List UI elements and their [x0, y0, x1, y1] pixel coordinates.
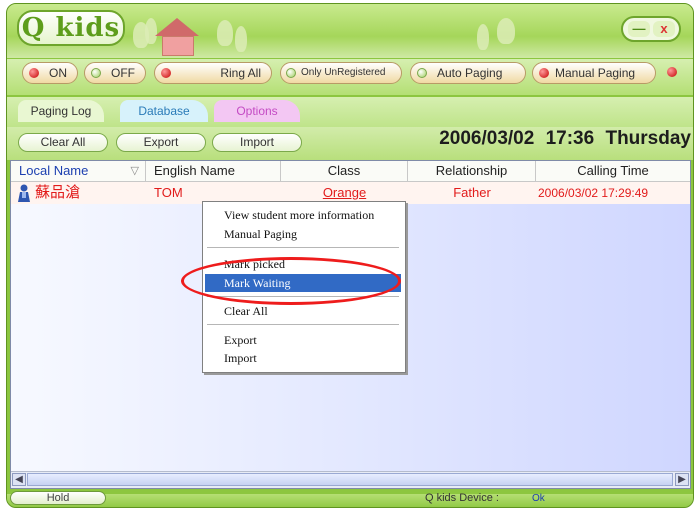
auto-paging-button[interactable]: Auto Paging: [410, 62, 526, 84]
on-button-label: ON: [49, 66, 67, 80]
tab-paging-log[interactable]: Paging Log: [18, 100, 104, 122]
off-button-label: OFF: [111, 66, 135, 80]
off-button[interactable]: OFF: [84, 62, 146, 84]
green-dot-icon: [417, 68, 427, 78]
export-button[interactable]: Export: [116, 133, 206, 152]
tree-decoration-icon: [235, 26, 247, 52]
red-dot-icon: [29, 68, 39, 78]
student-icon: [17, 184, 31, 202]
scroll-thumb[interactable]: [27, 473, 673, 486]
horizontal-scrollbar[interactable]: ◀ ▶: [11, 471, 690, 488]
table-header: Local Name ▽ English Name Class Relation…: [11, 161, 690, 182]
menu-item-import[interactable]: Import: [205, 349, 401, 367]
window-controls: — x: [621, 16, 681, 42]
current-time: 17:36: [545, 128, 595, 149]
scroll-left-arrow-icon[interactable]: ◀: [12, 473, 26, 486]
house-decoration-icon: [155, 18, 199, 56]
sort-indicator-icon: ▽: [130, 165, 139, 177]
menu-item-view-student-info[interactable]: View student more information: [205, 206, 401, 224]
tab-options[interactable]: Options: [214, 100, 300, 122]
cell-local-name: 蘇品滄: [35, 184, 81, 201]
column-header-english-name[interactable]: English Name: [146, 161, 281, 181]
manual-paging-button[interactable]: Manual Paging: [532, 62, 656, 84]
red-dot-icon: [539, 68, 549, 78]
scroll-right-arrow-icon[interactable]: ▶: [675, 473, 689, 486]
column-label: Local Name: [19, 163, 89, 178]
hold-button[interactable]: Hold: [10, 491, 106, 505]
device-status-value: Ok: [532, 493, 545, 504]
ring-all-button[interactable]: Ring All: [154, 62, 272, 84]
highlight-annotation-ellipse: [181, 257, 401, 305]
clear-all-button[interactable]: Clear All: [18, 133, 108, 152]
green-dot-icon: [286, 68, 296, 78]
app-logo: Q kids: [17, 10, 125, 46]
only-unregistered-button[interactable]: Only UnRegistered: [280, 62, 402, 84]
menu-separator: [207, 247, 399, 249]
cell-relationship: Father: [453, 185, 491, 200]
tree-decoration-icon: [477, 24, 489, 50]
menu-item-export[interactable]: Export: [205, 331, 401, 349]
status-bar: [7, 494, 693, 507]
only-unregistered-label: Only UnRegistered: [301, 67, 386, 78]
current-date: 2006/03/02: [439, 128, 535, 149]
header-banner: Q kids — x: [7, 4, 693, 58]
red-dot-icon: [667, 67, 677, 77]
column-header-class[interactable]: Class: [281, 161, 408, 181]
cell-english-name: TOM: [154, 185, 183, 200]
tree-decoration-icon: [217, 20, 233, 46]
ring-all-label: Ring All: [220, 66, 261, 80]
current-datetime: 2006/03/02 17:36 Thursday: [439, 128, 691, 150]
tab-database[interactable]: Database: [120, 100, 208, 122]
column-header-calling-time[interactable]: Calling Time: [536, 161, 690, 181]
menu-separator: [207, 324, 399, 326]
device-status-label: Q kids Device :: [425, 492, 499, 504]
red-dot-icon: [161, 68, 171, 78]
minimize-button[interactable]: —: [628, 21, 650, 37]
tree-decoration-icon: [497, 18, 515, 44]
auto-paging-label: Auto Paging: [437, 66, 503, 80]
import-button[interactable]: Import: [212, 133, 302, 152]
current-day: Thursday: [605, 128, 691, 149]
close-button[interactable]: x: [653, 21, 675, 37]
on-button[interactable]: ON: [22, 62, 78, 84]
column-header-relationship[interactable]: Relationship: [408, 161, 536, 181]
tab-strip: [7, 97, 693, 127]
column-header-local-name[interactable]: Local Name ▽: [11, 161, 146, 181]
manual-paging-label: Manual Paging: [555, 66, 636, 80]
menu-item-manual-paging[interactable]: Manual Paging: [205, 225, 401, 243]
cell-calling-time: 2006/03/02 17:29:49: [538, 186, 649, 200]
green-dot-icon: [91, 68, 101, 78]
